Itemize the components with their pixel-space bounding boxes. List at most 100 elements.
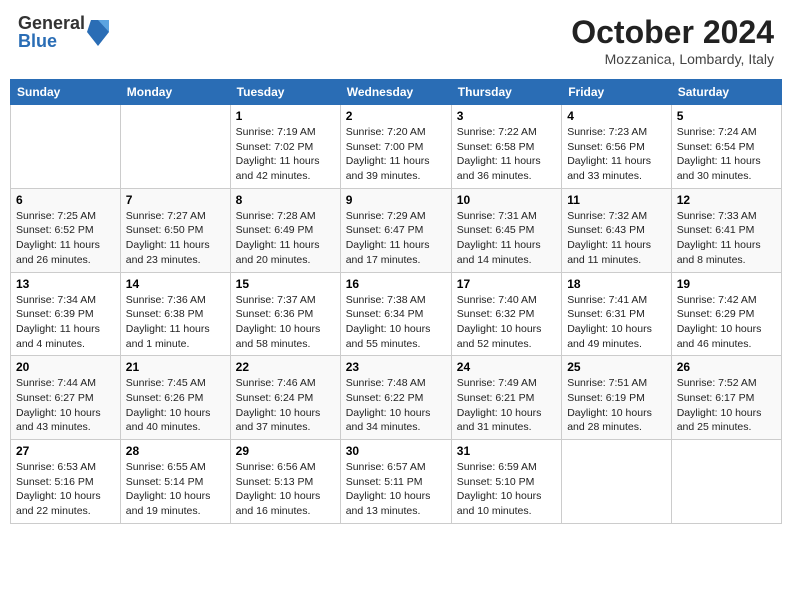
calendar-cell bbox=[11, 105, 121, 189]
calendar-week-row: 1Sunrise: 7:19 AMSunset: 7:02 PMDaylight… bbox=[11, 105, 782, 189]
day-info: Sunrise: 7:51 AMSunset: 6:19 PMDaylight:… bbox=[567, 376, 666, 435]
calendar-cell: 23 Sunrise: 7:48 AMSunset: 6:22 PMDayligh… bbox=[340, 356, 451, 440]
day-info: Sunrise: 7:38 AMSunset: 6:34 PMDaylight:… bbox=[346, 293, 446, 352]
calendar-cell: 2 Sunrise: 7:20 AMSunset: 7:00 PMDaylight… bbox=[340, 105, 451, 189]
calendar-cell: 6 Sunrise: 7:25 AMSunset: 6:52 PMDaylight… bbox=[11, 188, 121, 272]
calendar-cell: 28 Sunrise: 6:55 AMSunset: 5:14 PMDayligh… bbox=[120, 440, 230, 524]
calendar-header-friday: Friday bbox=[562, 80, 672, 105]
calendar-cell: 10 Sunrise: 7:31 AMSunset: 6:45 PMDayligh… bbox=[451, 188, 561, 272]
calendar-cell: 12 Sunrise: 7:33 AMSunset: 6:41 PMDayligh… bbox=[671, 188, 781, 272]
day-info: Sunrise: 7:22 AMSunset: 6:58 PMDaylight:… bbox=[457, 125, 556, 184]
calendar-cell: 3 Sunrise: 7:22 AMSunset: 6:58 PMDaylight… bbox=[451, 105, 561, 189]
day-info: Sunrise: 7:29 AMSunset: 6:47 PMDaylight:… bbox=[346, 209, 446, 268]
day-info: Sunrise: 7:52 AMSunset: 6:17 PMDaylight:… bbox=[677, 376, 776, 435]
day-info: Sunrise: 7:37 AMSunset: 6:36 PMDaylight:… bbox=[236, 293, 335, 352]
day-info: Sunrise: 7:44 AMSunset: 6:27 PMDaylight:… bbox=[16, 376, 115, 435]
day-info: Sunrise: 7:41 AMSunset: 6:31 PMDaylight:… bbox=[567, 293, 666, 352]
calendar-cell: 7Sunrise: 7:27 AMSunset: 6:50 PMDaylight… bbox=[120, 188, 230, 272]
page-header: General Blue October 2024 Mozzanica, Lom… bbox=[10, 10, 782, 71]
day-info: Sunrise: 7:45 AMSunset: 6:26 PMDaylight:… bbox=[126, 376, 225, 435]
calendar-cell bbox=[120, 105, 230, 189]
day-number: 23 bbox=[346, 360, 446, 374]
day-info: Sunrise: 7:23 AMSunset: 6:56 PMDaylight:… bbox=[567, 125, 666, 184]
day-info: Sunrise: 6:56 AMSunset: 5:13 PMDaylight:… bbox=[236, 460, 335, 519]
calendar-cell: 17Sunrise: 7:40 AMSunset: 6:32 PMDayligh… bbox=[451, 272, 561, 356]
calendar-cell: 16 Sunrise: 7:38 AMSunset: 6:34 PMDayligh… bbox=[340, 272, 451, 356]
calendar-cell: 13Sunrise: 7:34 AMSunset: 6:39 PMDayligh… bbox=[11, 272, 121, 356]
day-number: 26 bbox=[677, 360, 776, 374]
day-number: 28 bbox=[126, 444, 225, 458]
day-number: 21 bbox=[126, 360, 225, 374]
day-number: 27 bbox=[16, 444, 115, 458]
day-info: Sunrise: 7:42 AMSunset: 6:29 PMDaylight:… bbox=[677, 293, 776, 352]
day-number: 7 bbox=[126, 193, 225, 207]
day-number: 4 bbox=[567, 109, 666, 123]
location: Mozzanica, Lombardy, Italy bbox=[571, 51, 774, 67]
day-number: 5 bbox=[677, 109, 776, 123]
day-number: 29 bbox=[236, 444, 335, 458]
day-info: Sunrise: 7:40 AMSunset: 6:32 PMDaylight:… bbox=[457, 293, 556, 352]
day-info: Sunrise: 7:25 AMSunset: 6:52 PMDaylight:… bbox=[16, 209, 115, 268]
day-info: Sunrise: 7:24 AMSunset: 6:54 PMDaylight:… bbox=[677, 125, 776, 184]
calendar-cell: 27Sunrise: 6:53 AMSunset: 5:16 PMDayligh… bbox=[11, 440, 121, 524]
calendar-header-thursday: Thursday bbox=[451, 80, 561, 105]
day-number: 12 bbox=[677, 193, 776, 207]
day-info: Sunrise: 7:49 AMSunset: 6:21 PMDaylight:… bbox=[457, 376, 556, 435]
calendar-header-sunday: Sunday bbox=[11, 80, 121, 105]
day-info: Sunrise: 7:46 AMSunset: 6:24 PMDaylight:… bbox=[236, 376, 335, 435]
day-number: 19 bbox=[677, 277, 776, 291]
day-number: 25 bbox=[567, 360, 666, 374]
day-info: Sunrise: 6:55 AMSunset: 5:14 PMDaylight:… bbox=[126, 460, 225, 519]
day-number: 2 bbox=[346, 109, 446, 123]
calendar-cell: 30Sunrise: 6:57 AMSunset: 5:11 PMDayligh… bbox=[340, 440, 451, 524]
day-info: Sunrise: 7:28 AMSunset: 6:49 PMDaylight:… bbox=[236, 209, 335, 268]
day-info: Sunrise: 7:31 AMSunset: 6:45 PMDaylight:… bbox=[457, 209, 556, 268]
calendar-table: SundayMondayTuesdayWednesdayThursdayFrid… bbox=[10, 79, 782, 524]
calendar-cell: 22Sunrise: 7:46 AMSunset: 6:24 PMDayligh… bbox=[230, 356, 340, 440]
day-info: Sunrise: 7:20 AMSunset: 7:00 PMDaylight:… bbox=[346, 125, 446, 184]
logo-blue: Blue bbox=[18, 32, 85, 50]
calendar-cell: 14Sunrise: 7:36 AMSunset: 6:38 PMDayligh… bbox=[120, 272, 230, 356]
calendar-cell: 1Sunrise: 7:19 AMSunset: 7:02 PMDaylight… bbox=[230, 105, 340, 189]
calendar-cell: 15 Sunrise: 7:37 AMSunset: 6:36 PMDayligh… bbox=[230, 272, 340, 356]
day-number: 10 bbox=[457, 193, 556, 207]
day-info: Sunrise: 7:48 AMSunset: 6:22 PMDaylight:… bbox=[346, 376, 446, 435]
calendar-body: 1Sunrise: 7:19 AMSunset: 7:02 PMDaylight… bbox=[11, 105, 782, 524]
title-block: October 2024 Mozzanica, Lombardy, Italy bbox=[571, 14, 774, 67]
calendar-cell: 8Sunrise: 7:28 AMSunset: 6:49 PMDaylight… bbox=[230, 188, 340, 272]
calendar-cell bbox=[562, 440, 672, 524]
day-number: 9 bbox=[346, 193, 446, 207]
day-number: 24 bbox=[457, 360, 556, 374]
logo: General Blue bbox=[18, 14, 109, 50]
logo-general: General bbox=[18, 14, 85, 32]
day-number: 11 bbox=[567, 193, 666, 207]
calendar-header-saturday: Saturday bbox=[671, 80, 781, 105]
day-number: 14 bbox=[126, 277, 225, 291]
calendar-cell: 31 Sunrise: 6:59 AMSunset: 5:10 PMDayligh… bbox=[451, 440, 561, 524]
calendar-header-wednesday: Wednesday bbox=[340, 80, 451, 105]
calendar-cell bbox=[671, 440, 781, 524]
calendar-cell: 19 Sunrise: 7:42 AMSunset: 6:29 PMDayligh… bbox=[671, 272, 781, 356]
calendar-cell: 9 Sunrise: 7:29 AMSunset: 6:47 PMDaylight… bbox=[340, 188, 451, 272]
day-number: 31 bbox=[457, 444, 556, 458]
day-number: 18 bbox=[567, 277, 666, 291]
day-number: 3 bbox=[457, 109, 556, 123]
calendar-cell: 11Sunrise: 7:32 AMSunset: 6:43 PMDayligh… bbox=[562, 188, 672, 272]
day-number: 20 bbox=[16, 360, 115, 374]
calendar-week-row: 6 Sunrise: 7:25 AMSunset: 6:52 PMDaylight… bbox=[11, 188, 782, 272]
day-number: 13 bbox=[16, 277, 115, 291]
day-info: Sunrise: 7:33 AMSunset: 6:41 PMDaylight:… bbox=[677, 209, 776, 268]
calendar-week-row: 27Sunrise: 6:53 AMSunset: 5:16 PMDayligh… bbox=[11, 440, 782, 524]
calendar-cell: 21 Sunrise: 7:45 AMSunset: 6:26 PMDayligh… bbox=[120, 356, 230, 440]
day-info: Sunrise: 6:59 AMSunset: 5:10 PMDaylight:… bbox=[457, 460, 556, 519]
day-number: 30 bbox=[346, 444, 446, 458]
calendar-cell: 4 Sunrise: 7:23 AMSunset: 6:56 PMDaylight… bbox=[562, 105, 672, 189]
day-number: 15 bbox=[236, 277, 335, 291]
calendar-cell: 18 Sunrise: 7:41 AMSunset: 6:31 PMDayligh… bbox=[562, 272, 672, 356]
day-number: 16 bbox=[346, 277, 446, 291]
day-number: 6 bbox=[16, 193, 115, 207]
calendar-cell: 25 Sunrise: 7:51 AMSunset: 6:19 PMDayligh… bbox=[562, 356, 672, 440]
calendar-cell: 24 Sunrise: 7:49 AMSunset: 6:21 PMDayligh… bbox=[451, 356, 561, 440]
month-title: October 2024 bbox=[571, 14, 774, 51]
calendar-header-row: SundayMondayTuesdayWednesdayThursdayFrid… bbox=[11, 80, 782, 105]
